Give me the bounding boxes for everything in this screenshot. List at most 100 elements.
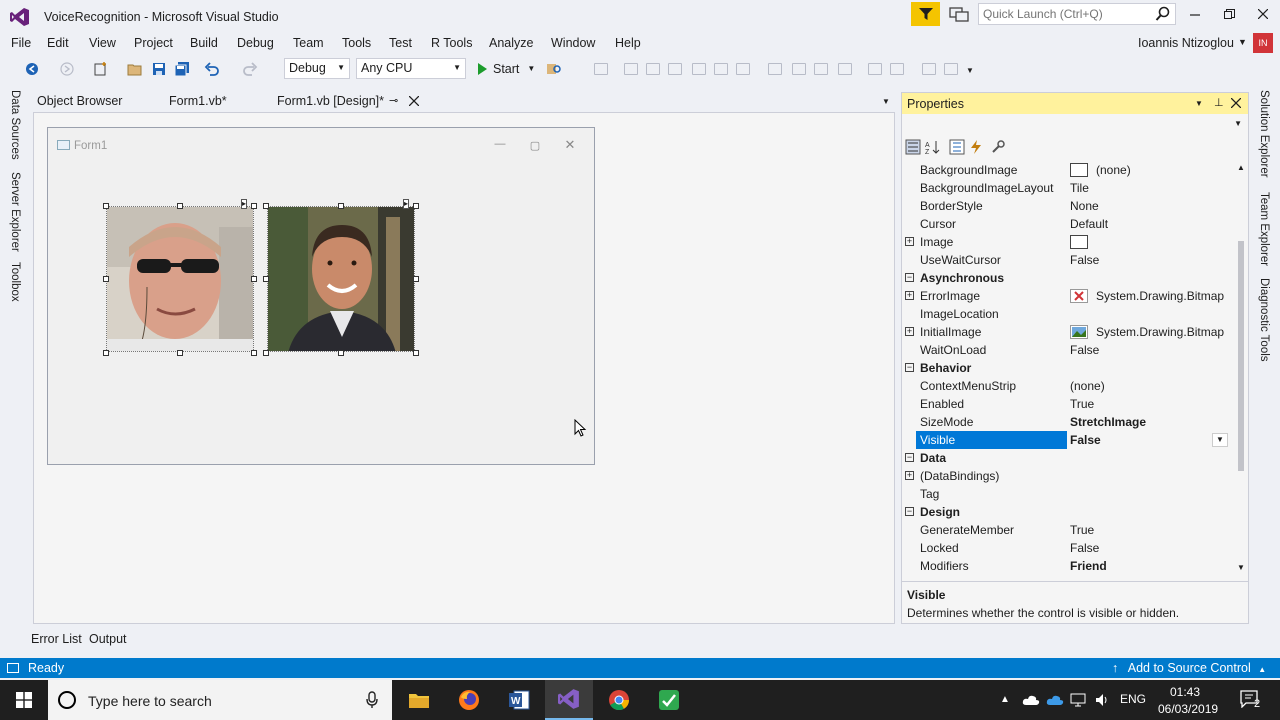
undo-icon[interactable] bbox=[204, 61, 220, 77]
menu-file[interactable]: File bbox=[11, 36, 31, 50]
property-value[interactable]: Friend bbox=[1070, 559, 1107, 573]
user-name[interactable]: Ioannis Ntizoglou bbox=[1138, 36, 1234, 50]
menu-team[interactable]: Team bbox=[293, 36, 324, 50]
property-row[interactable]: + InitialImage System.Drawing.Bitmap bbox=[902, 323, 1232, 341]
property-row[interactable]: WaitOnLoad False bbox=[902, 341, 1232, 359]
picturebox-1[interactable] bbox=[106, 206, 254, 352]
resize-handle[interactable] bbox=[103, 276, 109, 282]
vertical-spacing-icon[interactable] bbox=[890, 63, 904, 75]
property-row[interactable]: Cursor Default bbox=[902, 215, 1232, 233]
pin-icon[interactable]: ⊸ bbox=[389, 94, 398, 107]
property-row[interactable]: GenerateMember True bbox=[902, 521, 1232, 539]
start-debugging-button[interactable]: Start ▼ bbox=[474, 58, 535, 79]
new-project-icon[interactable] bbox=[93, 61, 109, 77]
make-same-size-icon[interactable] bbox=[814, 63, 828, 75]
tab-form1-code[interactable]: Form1.vb* bbox=[169, 94, 227, 108]
scrollbar-thumb[interactable] bbox=[1238, 241, 1244, 471]
property-row[interactable]: ImageLocation bbox=[902, 305, 1232, 323]
center-horizontally-icon[interactable] bbox=[922, 63, 936, 75]
quick-launch-input[interactable] bbox=[979, 4, 1149, 24]
property-row[interactable]: Tag bbox=[902, 485, 1232, 503]
window-position-icon[interactable]: ▼ bbox=[1195, 99, 1203, 108]
clock-date[interactable]: 06/03/2019 bbox=[1158, 702, 1218, 716]
property-value[interactable]: False bbox=[1070, 433, 1101, 447]
resize-handle[interactable] bbox=[413, 350, 419, 356]
tab-diagnostic-tools[interactable]: Diagnostic Tools bbox=[1258, 278, 1270, 362]
pin-icon[interactable]: ⊥ bbox=[1214, 96, 1224, 109]
alphabetical-icon[interactable]: AZ bbox=[925, 139, 941, 155]
property-value[interactable]: (none) bbox=[1070, 379, 1105, 393]
property-row[interactable]: BackgroundImageLayout Tile bbox=[902, 179, 1232, 197]
property-value[interactable]: System.Drawing.Bitmap bbox=[1096, 325, 1224, 339]
smart-tag-icon[interactable]: ▸ bbox=[403, 199, 410, 209]
expand-icon[interactable]: + bbox=[905, 471, 914, 480]
align-centers-icon[interactable] bbox=[646, 63, 660, 75]
taskbar-firefox[interactable] bbox=[445, 680, 493, 720]
resize-handle[interactable] bbox=[338, 350, 344, 356]
categorized-icon[interactable] bbox=[905, 139, 921, 155]
property-value[interactable]: None bbox=[1070, 199, 1099, 213]
navigate-forward-icon[interactable] bbox=[59, 61, 75, 77]
make-same-height-icon[interactable] bbox=[792, 63, 806, 75]
quick-launch-box[interactable] bbox=[978, 3, 1176, 25]
resize-handle[interactable] bbox=[251, 203, 257, 209]
resize-handle[interactable] bbox=[177, 203, 183, 209]
property-row[interactable]: + ErrorImage System.Drawing.Bitmap bbox=[902, 287, 1232, 305]
onedrive-icon[interactable] bbox=[1022, 694, 1040, 706]
tab-solution-explorer[interactable]: Solution Explorer bbox=[1258, 90, 1270, 178]
horizontal-spacing-icon[interactable] bbox=[868, 63, 882, 75]
taskbar-camtasia[interactable] bbox=[645, 680, 693, 720]
resize-handle[interactable] bbox=[413, 203, 419, 209]
expand-icon[interactable]: + bbox=[905, 327, 914, 336]
taskbar-chrome[interactable] bbox=[595, 680, 643, 720]
property-value[interactable]: (none) bbox=[1096, 163, 1131, 177]
property-category[interactable]: − Asynchronous bbox=[902, 269, 1232, 287]
chevron-down-icon[interactable]: ▼ bbox=[1238, 37, 1247, 47]
resize-handle[interactable] bbox=[263, 203, 269, 209]
property-row[interactable]: BackgroundImage (none) bbox=[902, 161, 1232, 179]
property-row[interactable]: Enabled True bbox=[902, 395, 1232, 413]
input-language[interactable]: ENG bbox=[1120, 692, 1146, 706]
resize-handle[interactable] bbox=[251, 350, 257, 356]
taskbar-search-box[interactable]: Type here to search bbox=[48, 680, 392, 720]
resize-handle[interactable] bbox=[263, 276, 269, 282]
property-value[interactable]: True bbox=[1070, 397, 1094, 411]
solution-platform-select[interactable]: Any CPU ▼ bbox=[356, 58, 466, 79]
align-tops-icon[interactable] bbox=[692, 63, 706, 75]
smart-tag-icon[interactable]: ▸ bbox=[241, 199, 248, 209]
property-value[interactable]: False bbox=[1070, 343, 1099, 357]
scroll-down-icon[interactable]: ▼ bbox=[1237, 563, 1245, 572]
resize-handle[interactable] bbox=[251, 276, 257, 282]
menu-project[interactable]: Project bbox=[134, 36, 173, 50]
property-row[interactable]: + (DataBindings) bbox=[902, 467, 1232, 485]
properties-scrollbar[interactable]: ▲ ▼ bbox=[1234, 161, 1248, 575]
network-icon[interactable] bbox=[1070, 692, 1086, 708]
menu-tools[interactable]: Tools bbox=[342, 36, 371, 50]
resize-handle[interactable] bbox=[103, 350, 109, 356]
taskbar-file-explorer[interactable] bbox=[395, 680, 443, 720]
onedrive-business-icon[interactable] bbox=[1046, 694, 1064, 706]
menu-test[interactable]: Test bbox=[389, 36, 412, 50]
align-lefts-icon[interactable] bbox=[624, 63, 638, 75]
property-value[interactable]: System.Drawing.Bitmap bbox=[1096, 289, 1224, 303]
resize-handle[interactable] bbox=[103, 203, 109, 209]
property-value[interactable]: True bbox=[1070, 523, 1094, 537]
events-icon[interactable] bbox=[968, 139, 984, 155]
open-file-icon[interactable] bbox=[127, 61, 143, 77]
menu-r-tools[interactable]: R Tools bbox=[431, 36, 472, 50]
picturebox-2[interactable] bbox=[267, 206, 415, 352]
expand-icon[interactable]: + bbox=[905, 237, 914, 246]
property-row[interactable]: + Image bbox=[902, 233, 1232, 251]
clock-time[interactable]: 01:43 bbox=[1170, 685, 1200, 699]
property-row[interactable]: Visible False ▼ bbox=[902, 431, 1232, 449]
tab-error-list[interactable]: Error List bbox=[31, 632, 82, 646]
property-row[interactable]: Modifiers Friend bbox=[902, 557, 1232, 575]
menu-edit[interactable]: Edit bbox=[47, 36, 69, 50]
align-middles-icon[interactable] bbox=[714, 63, 728, 75]
object-selector[interactable]: ▼ bbox=[902, 114, 1248, 134]
tab-output[interactable]: Output bbox=[89, 632, 127, 646]
feedback-filter-button[interactable] bbox=[911, 2, 940, 26]
save-all-icon[interactable] bbox=[174, 61, 190, 77]
tab-object-browser[interactable]: Object Browser bbox=[37, 94, 122, 108]
volume-icon[interactable] bbox=[1094, 692, 1110, 708]
